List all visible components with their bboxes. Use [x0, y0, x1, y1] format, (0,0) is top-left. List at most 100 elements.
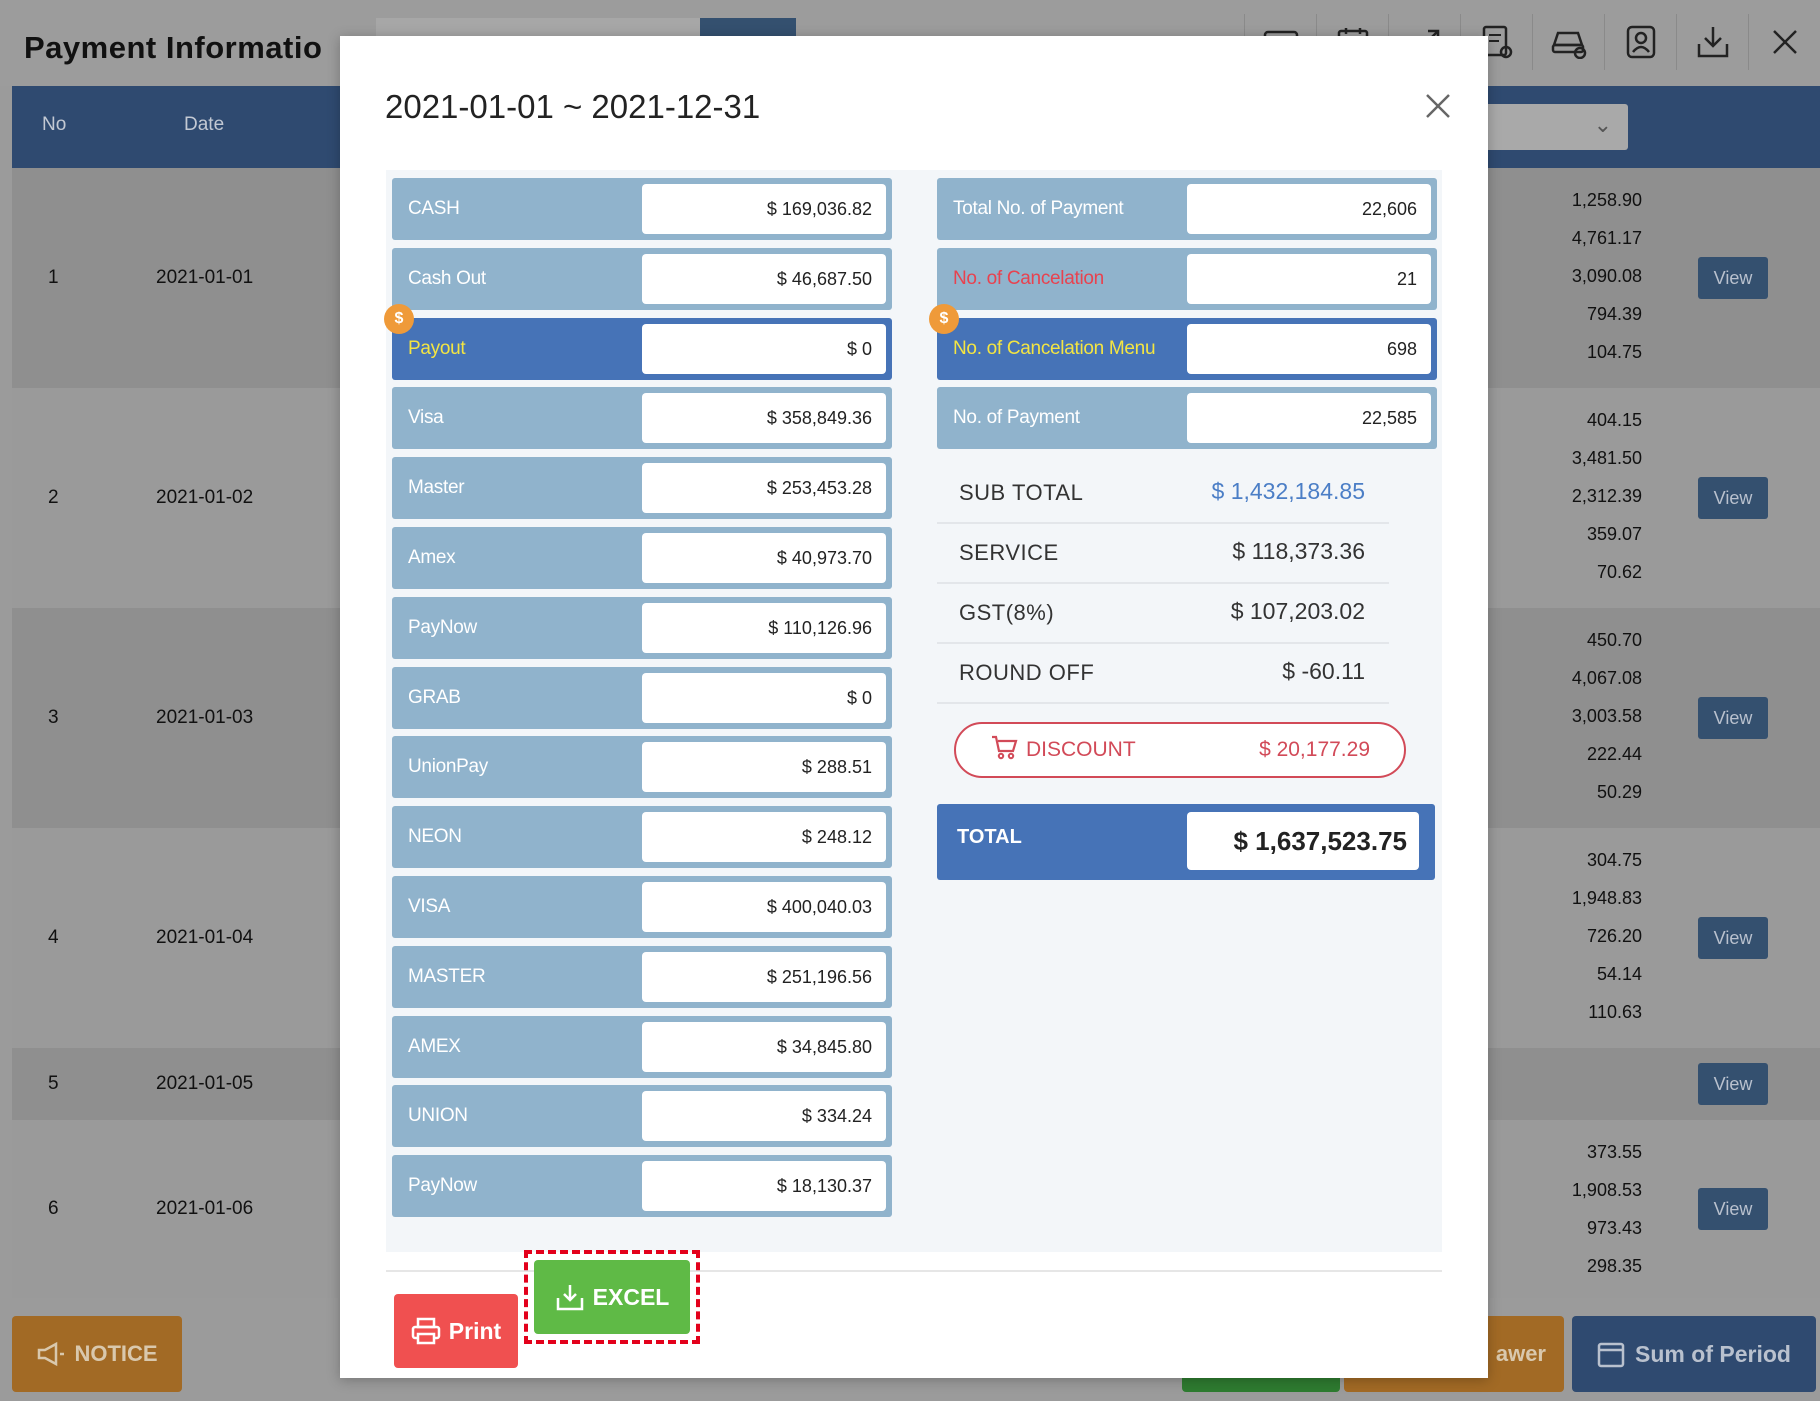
- row-amount: 726.20: [1586, 926, 1642, 946]
- payment-value: $ 334.24: [642, 1091, 886, 1142]
- view-button[interactable]: View: [1698, 1188, 1768, 1230]
- row-amount: 794.39: [1586, 304, 1642, 324]
- payment-value: $ 18,130.37: [642, 1161, 886, 1212]
- payment-label: AMEX: [408, 1035, 461, 1057]
- row-date: 2021-01-01: [156, 267, 254, 288]
- row-amount: 373.55: [1586, 1142, 1642, 1162]
- payment-row: Visa $ 358,849.36: [392, 387, 892, 450]
- row-amount: 973.43: [1586, 1218, 1642, 1238]
- row-amount: 70.62: [1596, 562, 1642, 582]
- payment-label: GRAB: [408, 686, 461, 708]
- payment-value: $ 0: [642, 672, 886, 723]
- modal-title: 2021-01-01 ~ 2021-12-31: [385, 88, 761, 125]
- payment-value: $ 400,040.03: [642, 882, 886, 932]
- count-row: $ No. of Cancelation Menu 698: [929, 303, 1437, 380]
- payment-value: $ 46,687.50: [642, 253, 886, 304]
- summary-panel: CASH $ 169,036.82 Cash Out $ 46,687.50 $ Payo…: [384, 170, 1442, 1252]
- row-number: 6: [48, 1198, 59, 1219]
- row-amount: 104.75: [1586, 342, 1642, 362]
- view-button[interactable]: View: [1698, 917, 1768, 959]
- payment-row: Master $ 253,453.28: [392, 457, 892, 520]
- row-date: 2021-01-02: [156, 487, 254, 508]
- row-date: 2021-01-06: [156, 1198, 254, 1219]
- payment-label: Amex: [408, 547, 456, 568]
- discount-value: $ 20,177.29: [1259, 738, 1370, 761]
- excel-button[interactable]: EXCEL: [534, 1260, 690, 1334]
- payment-label: PayNow: [408, 1175, 477, 1197]
- calendar-icon: [1597, 1342, 1625, 1368]
- print-label: Print: [448, 1317, 502, 1344]
- count-row: No. of Cancelation 21: [937, 247, 1437, 310]
- row-amount: 304.75: [1586, 850, 1642, 870]
- payment-value: $ 0: [642, 323, 886, 374]
- row-amount: 3,481.50: [1571, 448, 1642, 468]
- count-row: No. of Payment 22,585: [937, 387, 1437, 450]
- row-amount: 450.70: [1586, 630, 1642, 650]
- summary-label: ROUND OFF: [959, 660, 1095, 685]
- payment-row: PayNow $ 18,130.37: [392, 1155, 892, 1218]
- count-label: No. of Payment: [953, 407, 1080, 429]
- count-label: No. of Cancelation Menu: [953, 337, 1156, 359]
- close-icon[interactable]: [1748, 14, 1820, 70]
- summary-value: $ -60.11: [1282, 658, 1365, 684]
- payment-row: PayNow $ 110,126.96: [392, 596, 892, 659]
- row-date: 2021-01-03: [156, 707, 254, 728]
- row-amount: 404.15: [1586, 410, 1642, 430]
- notice-button[interactable]: NOTICE: [12, 1316, 182, 1392]
- row-amount: 54.14: [1596, 964, 1642, 984]
- summary-label: SUB TOTAL: [959, 480, 1084, 505]
- count-label: No. of Cancelation: [953, 267, 1104, 289]
- summary-label: GST(8%): [959, 600, 1055, 625]
- payment-row: Amex $ 40,973.70: [392, 527, 892, 589]
- print-button[interactable]: Print: [394, 1294, 518, 1368]
- summary-line: GST(8%) $ 107,203.02: [937, 584, 1389, 644]
- user-badge-icon[interactable]: [1604, 14, 1676, 70]
- row-date: 2021-01-05: [156, 1073, 254, 1094]
- summary-line: ROUND OFF $ -60.11: [937, 644, 1389, 704]
- payment-value: $ 169,036.82: [642, 184, 886, 234]
- summary-value: $ 118,373.36: [1232, 538, 1365, 564]
- download-icon[interactable]: [1676, 14, 1748, 70]
- row-date: 2021-01-04: [156, 927, 254, 948]
- page-title: Payment Informatio: [24, 30, 323, 65]
- sum-of-period-button[interactable]: Sum of Period: [1572, 1316, 1816, 1392]
- payment-label: MASTER: [408, 965, 486, 987]
- view-button[interactable]: View: [1698, 1063, 1768, 1105]
- payment-row: $ Payout $ 0: [384, 303, 892, 380]
- summary-line: SUB TOTAL $ 1,432,184.85: [937, 464, 1389, 524]
- modal-close-icon[interactable]: [1418, 86, 1458, 126]
- payment-label: VISA: [408, 896, 451, 917]
- payment-value: $ 248.12: [642, 812, 886, 863]
- payment-label: UnionPay: [408, 756, 488, 778]
- payment-label: Cash Out: [408, 267, 486, 289]
- payment-label: Visa: [408, 407, 444, 429]
- printer-icon: [411, 1317, 441, 1345]
- row-number: 3: [48, 707, 59, 728]
- payment-row: GRAB $ 0: [392, 666, 892, 729]
- car-settings-icon[interactable]: [1532, 14, 1604, 70]
- count-row: Total No. of Payment 22,606: [937, 178, 1437, 240]
- row-number: 2: [48, 487, 59, 508]
- payment-label: CASH: [408, 198, 460, 219]
- count-value: 698: [1187, 323, 1431, 374]
- view-button[interactable]: View: [1698, 257, 1768, 299]
- payment-row: MASTER $ 251,196.56: [392, 945, 892, 1008]
- payment-value: $ 251,196.56: [642, 951, 886, 1002]
- discount-button[interactable]: DISCOUNT $ 20,177.29: [954, 722, 1406, 778]
- payment-value: $ 40,973.70: [642, 533, 886, 583]
- payment-label: PayNow: [408, 616, 477, 638]
- payment-label: UNION: [408, 1105, 468, 1127]
- summary-label: SERVICE: [959, 540, 1059, 565]
- payment-row: AMEX $ 34,845.80: [392, 1015, 892, 1078]
- payment-row: VISA $ 400,040.03: [392, 876, 892, 938]
- filter-select[interactable]: ⌄: [1468, 104, 1628, 150]
- cart-icon: [990, 734, 1020, 764]
- view-button[interactable]: View: [1698, 697, 1768, 739]
- count-value: 22,606: [1187, 184, 1431, 234]
- payment-row: Cash Out $ 46,687.50: [392, 247, 892, 310]
- payment-value: $ 358,849.36: [642, 393, 886, 444]
- column-header-date: Date: [184, 114, 225, 135]
- payment-label: NEON: [408, 826, 462, 848]
- view-button[interactable]: View: [1698, 477, 1768, 519]
- count-label: Total No. of Payment: [953, 198, 1124, 219]
